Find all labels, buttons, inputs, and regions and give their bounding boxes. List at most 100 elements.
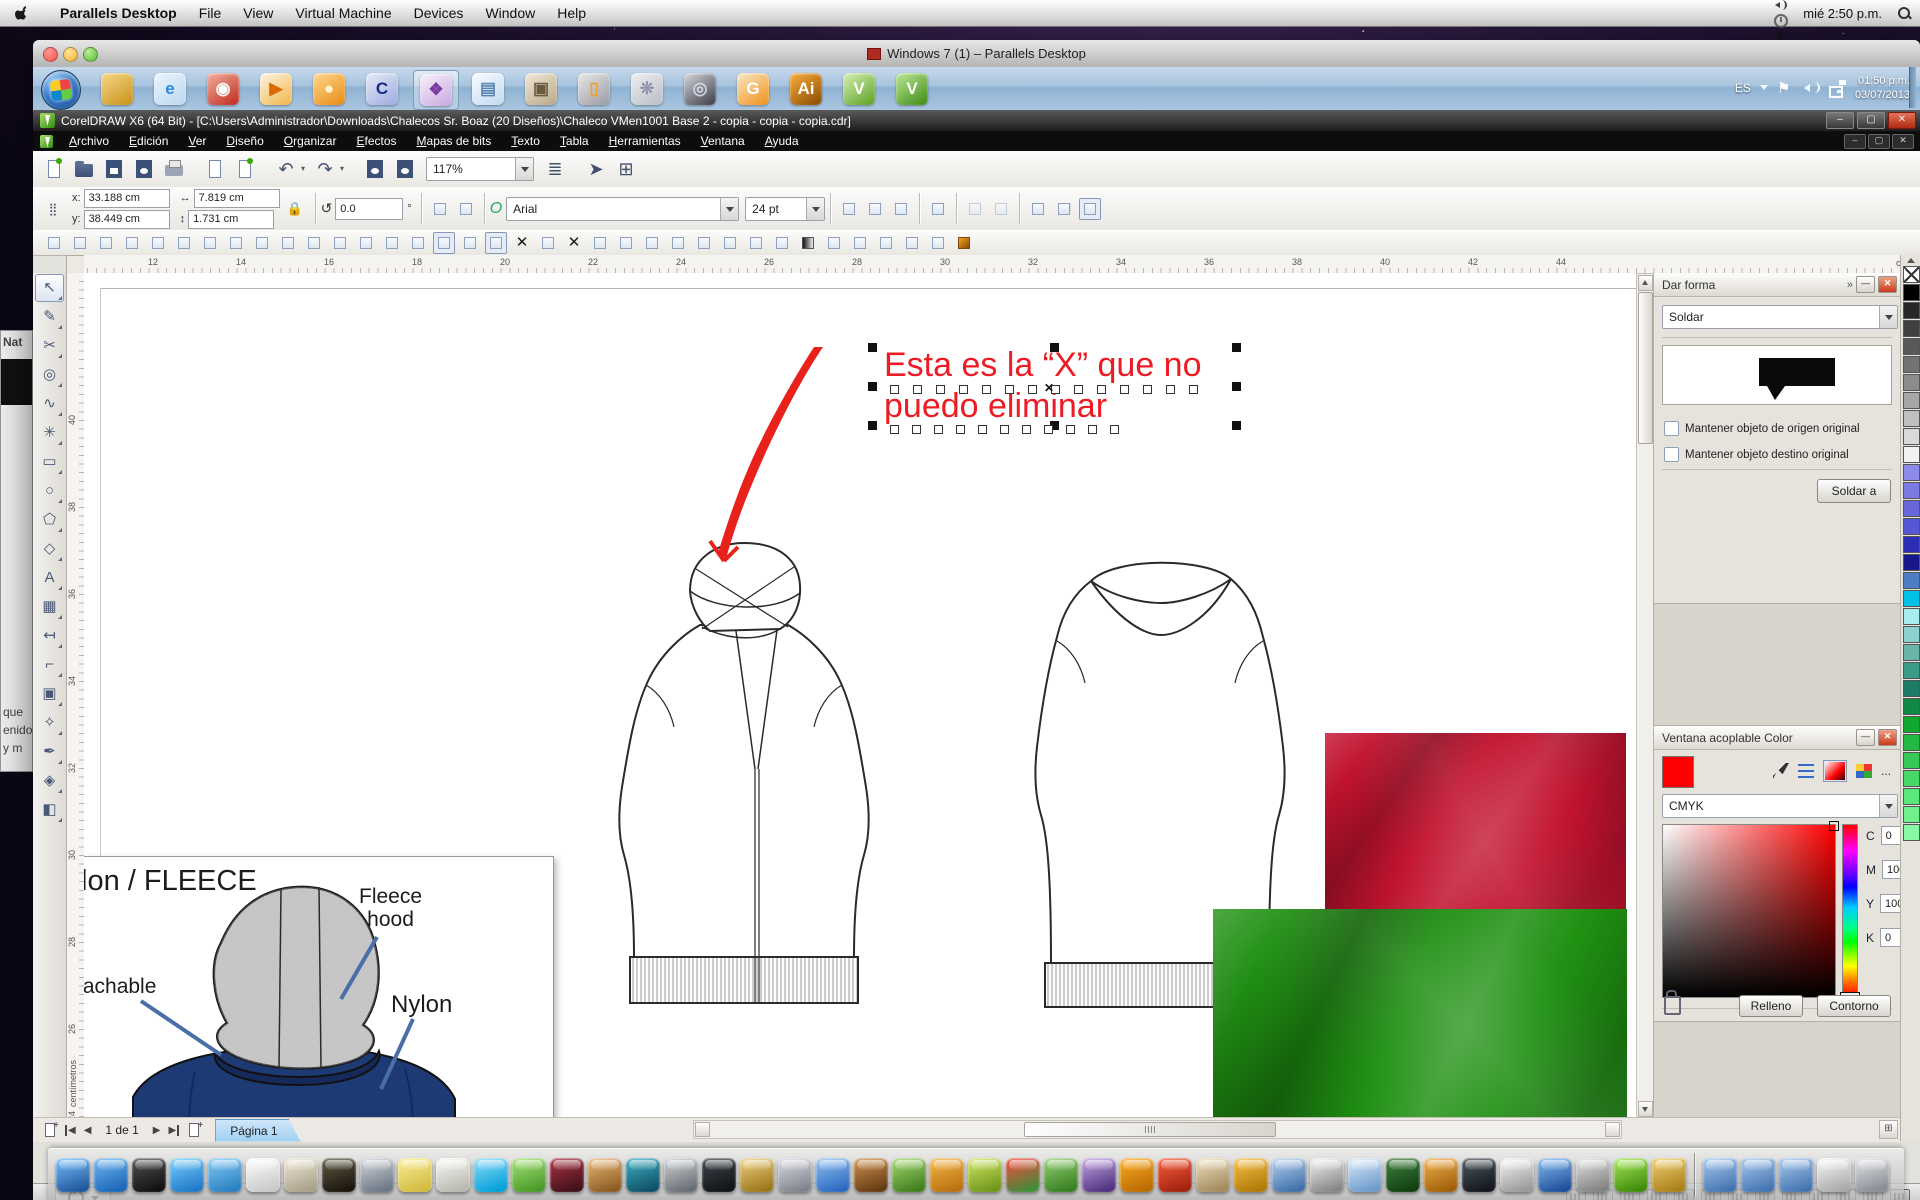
simplify-button[interactable] [121,232,143,254]
docker-close-button[interactable]: ✕ [1878,729,1897,746]
palette-swatch[interactable] [1903,644,1920,661]
navigator-button[interactable]: ⊞ [1879,1120,1898,1139]
smart-fill-tool[interactable]: ◈ [35,767,64,795]
dock-comic-life[interactable] [588,1158,622,1192]
hue-slider[interactable] [1842,824,1858,998]
character-node[interactable] [890,385,899,394]
scroll-right-button[interactable] [1605,1122,1620,1137]
zoom-tool[interactable]: ◎ [35,361,64,389]
vest-front-drawing[interactable] [560,529,928,1007]
close-traffic-light[interactable] [43,47,58,62]
mac-menu-help[interactable]: Help [546,5,597,21]
keep-target-checkbox-row[interactable]: Mantener objeto destino original [1664,447,1849,462]
dock-photo-booth[interactable] [284,1158,318,1192]
app-launcher-button[interactable]: ➤ [584,157,608,181]
shaping-mode-dropdown[interactable]: Soldar [1662,305,1898,329]
character-node[interactable] [1044,425,1053,434]
character-node[interactable] [1143,385,1152,394]
add-page-button-2[interactable] [185,1121,203,1139]
dock-media-folder[interactable] [1424,1158,1458,1192]
palette-swatch[interactable] [1903,320,1920,337]
menu-tabla[interactable]: Tabla [550,131,599,151]
ungroup-button[interactable] [355,232,377,254]
menu-ayuda[interactable]: Ayuda [755,131,809,151]
menu-ver[interactable]: Ver [178,131,216,151]
palette-swatch[interactable] [1903,500,1920,517]
color-field[interactable] [1662,824,1836,998]
menu-edición[interactable]: Edición [119,131,178,151]
taskbar-molecules[interactable]: ❊ [625,70,669,108]
horizontal-scroll-thumb[interactable] [1024,1122,1276,1137]
taskbar-coreldraw[interactable]: ❖ [413,70,459,110]
marquee-button[interactable] [745,232,767,254]
rotation-angle-field[interactable]: 0.0 [335,198,403,220]
eyedropper-icon[interactable] [1773,763,1789,779]
character-formatting-icon[interactable]: A [1027,198,1049,220]
page-tab[interactable]: Página 1 [215,1119,300,1142]
scroll-up-button[interactable] [1638,275,1653,291]
snap-options-button[interactable]: ≣ [543,157,567,181]
pen-tool[interactable]: ✒ [35,738,64,766]
palette-swatch[interactable] [1903,734,1920,751]
dock-google-earth[interactable] [1538,1158,1572,1192]
character-node[interactable] [912,425,921,434]
palette-swatch[interactable] [1903,374,1920,391]
dock-imovie[interactable] [550,1158,584,1192]
delete-x2-button[interactable]: ✕ [563,232,585,254]
chevron-down-icon[interactable] [806,198,824,220]
align-bars-2-button[interactable] [615,232,637,254]
mac-menu-window[interactable]: Window [474,5,546,21]
taskbar-parallels-shared[interactable]: V [890,70,934,108]
x-position-field[interactable]: 33.188 cm [84,189,170,208]
underline-button[interactable]: U [890,198,912,220]
drop-cap-icon[interactable] [990,198,1012,220]
dock-pomodoro[interactable] [1158,1158,1192,1192]
character-node[interactable] [1000,425,1009,434]
align-bars-1-button[interactable] [589,232,611,254]
dock-time-machine[interactable] [626,1158,660,1192]
menu-herramientas[interactable]: Herramientas [599,131,691,151]
taskbar-printer[interactable]: ▣ [519,70,563,108]
show-desktop-button[interactable] [1909,67,1916,108]
taskbar-usb-device[interactable]: ▯ [572,70,616,108]
character-node[interactable] [1097,385,1106,394]
dock-folder-documents[interactable] [1741,1158,1775,1192]
dock-vlc[interactable] [1120,1158,1154,1192]
mirror-vertical-icon[interactable] [455,198,477,220]
rectangle-tool[interactable]: ▭ [35,448,64,476]
docker-chevrons[interactable]: » [1847,279,1853,291]
taskbar-internet-explorer[interactable]: e [148,70,192,108]
mac-menu-virtual-machine[interactable]: Virtual Machine [284,5,402,21]
align-bars-3-button[interactable] [641,232,663,254]
palette-swatch[interactable] [1903,446,1920,463]
dock-documents-stack[interactable] [1817,1158,1851,1192]
artistic-media-tool[interactable]: ✳ [35,419,64,447]
dock-wmv-player[interactable] [1044,1158,1078,1192]
doc-minimize-button[interactable]: – [1844,134,1866,149]
align-right-button[interactable] [199,232,221,254]
dock-g-app[interactable] [1234,1158,1268,1192]
checkbox[interactable] [1664,447,1679,462]
docker-minimize-button[interactable]: — [1856,729,1875,746]
taskbar-agent-ball[interactable]: ● [307,70,351,108]
selection-handle[interactable] [1232,343,1241,352]
eyedropper-tool-button[interactable] [953,232,975,254]
palette-swatch[interactable] [1903,518,1920,535]
last-page-button[interactable]: ▶ [168,1125,179,1136]
shape-tool[interactable]: ✎ [35,303,64,331]
dock-dvd-player[interactable] [778,1158,812,1192]
character-node[interactable] [1120,385,1129,394]
palette-swatch[interactable] [1903,536,1920,553]
dock-lightbulb[interactable] [1348,1158,1382,1192]
connector-tool[interactable]: ⌐ [35,651,64,679]
outline-button[interactable]: Contorno [1817,995,1891,1017]
tray-speaker-icon[interactable] [1803,80,1820,95]
red-arrow-annotation[interactable] [688,347,838,563]
trim-button[interactable] [69,232,91,254]
open-button[interactable] [72,157,96,181]
dock-corel-connect[interactable] [930,1158,964,1192]
font-list-combo[interactable]: Arial [506,197,739,221]
dimension-tool[interactable]: ↤ [35,622,64,650]
redo-button[interactable]: ↷ [313,157,337,181]
ruler-origin-button[interactable] [66,255,86,275]
